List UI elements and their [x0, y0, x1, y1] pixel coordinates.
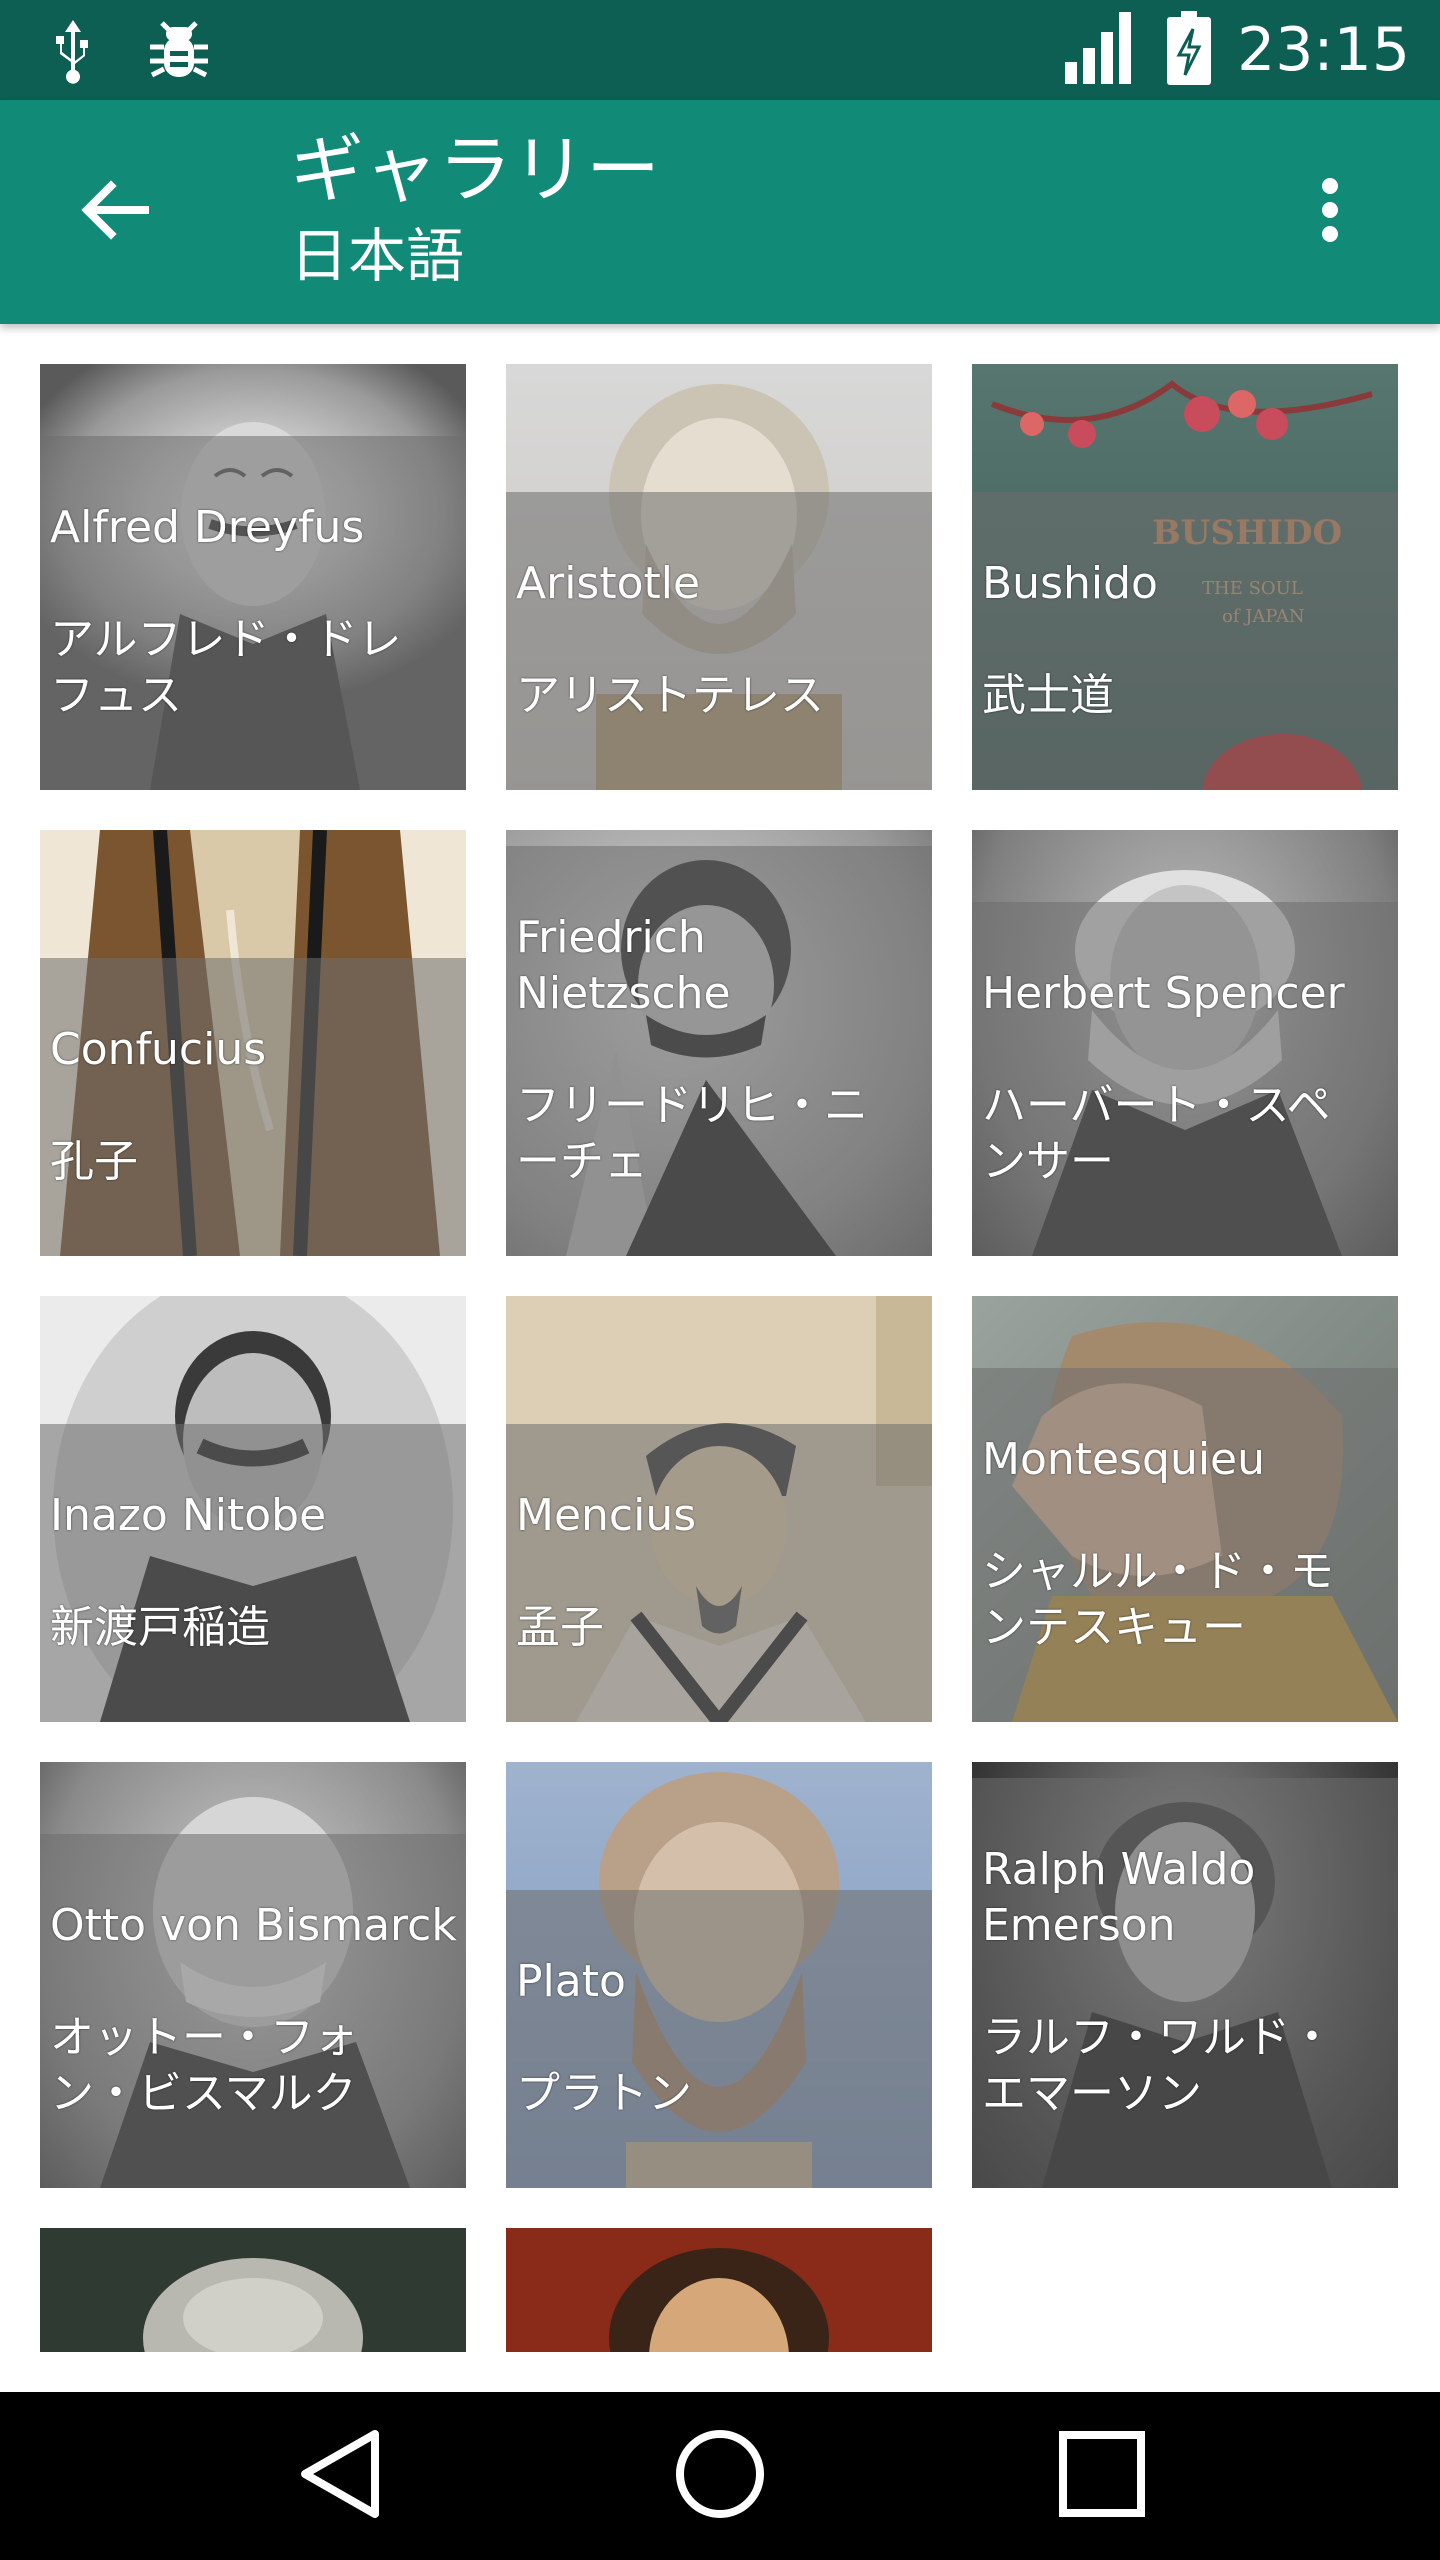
nav-recents-icon [1057, 2429, 1147, 2523]
navigation-bar [0, 2392, 1440, 2560]
name-en: Bushido [982, 558, 1158, 609]
usb-icon [48, 14, 98, 90]
name-ja: ハーバート・スペ ンサー [982, 1080, 1331, 1187]
name-ja: 孔子 [50, 1136, 138, 1187]
page-subtitle: 日本語 [290, 222, 465, 290]
name-en: Mencius [516, 1490, 697, 1541]
gallery-item-plato[interactable]: Plato プラトン [506, 1762, 932, 2188]
gallery-item-caption: Confucius 孔子 [40, 958, 466, 1256]
name-ja: 孟子 [516, 1602, 604, 1653]
portrait-image [40, 2228, 466, 2352]
nav-home-button[interactable] [670, 2426, 770, 2526]
bug-icon [146, 17, 212, 87]
name-en: Confucius [50, 1024, 267, 1075]
gallery-item-partial[interactable] [40, 2228, 466, 2352]
gallery-item-caption: Bushido 武士道 [972, 492, 1398, 790]
status-time: 23:15 [1237, 15, 1410, 85]
gallery-item-mencius[interactable]: Mencius 孟子 [506, 1296, 932, 1722]
nav-home-icon [672, 2426, 768, 2526]
gallery-item-caption: Inazo Nitobe 新渡戸稲造 [40, 1424, 466, 1722]
arrow-back-icon [79, 178, 149, 246]
gallery-item-partial[interactable] [506, 2228, 932, 2352]
overflow-menu-button[interactable] [1280, 162, 1380, 262]
portrait-image [506, 2228, 932, 2352]
app-bar-titles: ギャラリー 日本語 [290, 122, 660, 294]
gallery-item-aristotle[interactable]: Aristotle アリストテレス [506, 364, 932, 790]
name-ja: フリードリヒ・ニ ーチェ [516, 1080, 868, 1187]
nav-recents-button[interactable] [1052, 2426, 1152, 2526]
name-en: Otto von Bismarck [50, 1900, 457, 1951]
gallery-item-confucius[interactable]: Confucius 孔子 [40, 830, 466, 1256]
gallery-item-caption: Plato プラトン [506, 1890, 932, 2188]
name-en: Herbert Spencer [982, 968, 1345, 1019]
status-left-icons [48, 14, 212, 90]
status-bar: 23:15 [0, 0, 1440, 100]
gallery-item-inazo-nitobe[interactable]: Inazo Nitobe 新渡戸稲造 [40, 1296, 466, 1722]
name-en: Aristotle [516, 558, 701, 609]
name-en: Montesquieu [982, 1434, 1266, 1485]
gallery-item-caption: Friedrich Nietzsche フリードリヒ・ニ ーチェ [506, 846, 932, 1256]
signal-icon [1061, 10, 1141, 90]
page-title: ギャラリー [290, 127, 660, 213]
battery-charging-icon [1165, 9, 1213, 91]
name-ja: 武士道 [982, 670, 1114, 721]
gallery-item-otto-von-bismarck[interactable]: Otto von Bismarck オットー・フォ ン・ビスマルク [40, 1762, 466, 2188]
gallery-item-friedrich-nietzsche[interactable]: Friedrich Nietzsche フリードリヒ・ニ ーチェ [506, 830, 932, 1256]
gallery-item-bushido[interactable]: BUSHIDO THE SOUL of JAPAN Bushido 武士道 [972, 364, 1398, 790]
gallery-item-caption: Otto von Bismarck オットー・フォ ン・ビスマルク [40, 1834, 466, 2188]
name-en: Plato [516, 1956, 626, 2007]
gallery-item-montesquieu[interactable]: Montesquieu シャルル・ド・モ ンテスキュー [972, 1296, 1398, 1722]
name-ja: 新渡戸稲造 [50, 1602, 270, 1653]
name-en: Alfred Dreyfus [50, 502, 365, 553]
gallery-item-herbert-spencer[interactable]: Herbert Spencer ハーバート・スペ ンサー [972, 830, 1398, 1256]
gallery-item-caption: Ralph Waldo Emerson ラルフ・ワルド・ エマーソン [972, 1778, 1398, 2188]
name-ja: プラトン [516, 2068, 692, 2119]
more-vert-icon [1320, 177, 1340, 247]
name-ja: ラルフ・ワルド・ エマーソン [982, 2012, 1334, 2119]
gallery-item-caption: Alfred Dreyfus アルフレド・ドレ フュス [40, 436, 466, 790]
name-ja: オットー・フォ ン・ビスマルク [50, 2012, 358, 2119]
name-en: Inazo Nitobe [50, 1490, 327, 1541]
name-ja: シャルル・ド・モ ンテスキュー [982, 1546, 1334, 1653]
app-bar: ギャラリー 日本語 [0, 100, 1440, 324]
name-ja: アリストテレス [516, 670, 824, 721]
nav-back-button[interactable] [290, 2426, 390, 2526]
back-button[interactable] [64, 162, 164, 262]
name-en: Ralph Waldo Emerson [982, 1844, 1256, 1951]
gallery-item-caption: Mencius 孟子 [506, 1424, 932, 1722]
status-right-icons: 23:15 [1061, 11, 1410, 86]
nav-back-icon [295, 2426, 385, 2526]
gallery-item-alfred-dreyfus[interactable]: Alfred Dreyfus アルフレド・ドレ フュス [40, 364, 466, 790]
gallery-item-ralph-waldo-emerson[interactable]: Ralph Waldo Emerson ラルフ・ワルド・ エマーソン [972, 1762, 1398, 2188]
gallery-grid: Alfred Dreyfus アルフレド・ドレ フュス Aristotle アリ… [40, 364, 1400, 2352]
name-en: Friedrich Nietzsche [516, 912, 731, 1019]
gallery-item-caption: Aristotle アリストテレス [506, 492, 932, 790]
name-ja: アルフレド・ドレ フュス [50, 614, 402, 721]
gallery-item-caption: Montesquieu シャルル・ド・モ ンテスキュー [972, 1368, 1398, 1722]
gallery-item-caption: Herbert Spencer ハーバート・スペ ンサー [972, 902, 1398, 1256]
